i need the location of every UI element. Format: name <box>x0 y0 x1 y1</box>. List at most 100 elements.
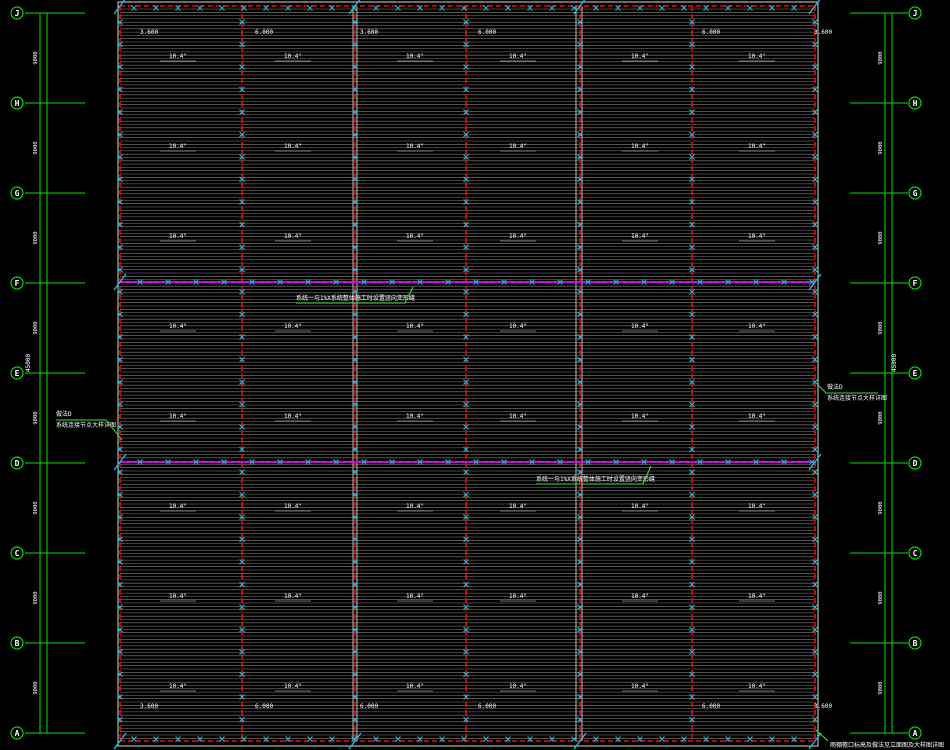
slope-label: 10.4° <box>284 683 302 690</box>
joint-note-upper: 系统一与1%X系统整体施工时设置竖向变形缝 <box>296 294 415 302</box>
dimension-text: 9000 <box>33 501 39 514</box>
slope-label: 10.4° <box>406 323 424 330</box>
slope-label: 10.4° <box>509 593 527 600</box>
joint-note-lower: 系统一与1%X系统整体施工时设置竖向变形缝 <box>536 475 655 483</box>
right-tag: 做法D <box>827 383 843 391</box>
slope-label: 10.4° <box>169 323 187 330</box>
slope-label: 10.4° <box>169 593 187 600</box>
dimension-text: 9000 <box>878 411 884 424</box>
slope-label: 10.4° <box>631 593 649 600</box>
slope-label: 10.4° <box>748 143 766 150</box>
dimension-text: 9000 <box>878 141 884 154</box>
left-tag-sub: 系统连接节点大样详图 <box>56 421 116 429</box>
right-total-dimension: 45000 <box>891 354 898 372</box>
slope-label: 10.4° <box>169 233 187 240</box>
left-tag: 做法D <box>56 410 72 418</box>
axis-label: J <box>15 9 20 18</box>
axis-label: C <box>15 549 20 558</box>
slope-label: 10.4° <box>509 413 527 420</box>
axis-label: B <box>15 639 20 648</box>
slope-label: 10.4° <box>748 503 766 510</box>
right-tag-sub: 系统连接节点大样详图 <box>827 394 887 402</box>
slope-label: 10.4° <box>631 413 649 420</box>
slope-label: 10.4° <box>284 53 302 60</box>
cad-drawing: 10.4° 10.4° 10.4° 10.4° 10.4° 10.4° 10.4° 10.4°… <box>0 0 950 750</box>
dimension-text: 9000 <box>878 321 884 334</box>
slope-label: 10.4° <box>748 413 766 420</box>
slope-label: 10.4° <box>748 593 766 600</box>
slope-label: 10.4° <box>406 593 424 600</box>
slope-label: 10.4° <box>509 143 527 150</box>
slope-label: 10.4° <box>284 143 302 150</box>
axis-label: G <box>15 189 20 198</box>
slope-label: 10.4° <box>748 683 766 690</box>
bottom-level-label: 6.000 <box>255 703 273 710</box>
slope-label: 10.4° <box>631 503 649 510</box>
axis-label: H <box>15 99 20 108</box>
slope-label: 10.4° <box>169 503 187 510</box>
top-level-label: 3.600 <box>814 29 832 36</box>
slope-label: 10.4° <box>284 413 302 420</box>
slope-label: 10.4° <box>169 143 187 150</box>
axis-label: A <box>913 729 918 738</box>
slope-label: 10.4° <box>169 683 187 690</box>
axis-label: E <box>15 369 20 378</box>
top-level-label: 3.600 <box>140 29 158 36</box>
bottom-level-label: 6.000 <box>360 703 378 710</box>
dimension-text: 9000 <box>33 141 39 154</box>
dimension-text: 9000 <box>33 411 39 424</box>
slope-label: 10.4° <box>406 413 424 420</box>
left-total-dimension: 45000 <box>25 354 32 372</box>
dimension-text: 9000 <box>878 51 884 64</box>
axis-label: C <box>913 549 918 558</box>
slope-label: 10.4° <box>748 53 766 60</box>
slope-label: 10.4° <box>509 683 527 690</box>
axis-label: F <box>913 279 918 288</box>
slope-label: 10.4° <box>284 593 302 600</box>
dimension-text: 9000 <box>33 51 39 64</box>
slope-label: 10.4° <box>169 413 187 420</box>
top-level-label: 6.000 <box>255 29 273 36</box>
slope-label: 10.4° <box>406 503 424 510</box>
axis-label: D <box>15 459 20 468</box>
slope-label: 10.4° <box>631 683 649 690</box>
axis-label: A <box>15 729 20 738</box>
dimension-text: 9000 <box>878 681 884 694</box>
bottom-level-label: 3.600 <box>140 703 158 710</box>
axis-label: D <box>913 459 918 468</box>
slope-label: 10.4° <box>631 53 649 60</box>
slope-label: 10.4° <box>631 233 649 240</box>
slope-label: 10.4° <box>169 53 187 60</box>
dimension-text: 9000 <box>878 501 884 514</box>
top-level-label: 3.600 <box>360 29 378 36</box>
dimension-text: 9000 <box>878 231 884 244</box>
slope-label: 10.4° <box>284 323 302 330</box>
dimension-text: 9000 <box>33 231 39 244</box>
slope-label: 10.4° <box>284 503 302 510</box>
slope-label: 10.4° <box>284 233 302 240</box>
axis-label: J <box>913 9 918 18</box>
slope-label: 10.4° <box>406 233 424 240</box>
axis-label: E <box>913 369 918 378</box>
top-level-label: 6.000 <box>478 29 496 36</box>
slope-label: 10.4° <box>509 233 527 240</box>
slope-label: 10.4° <box>406 53 424 60</box>
axis-label: G <box>913 189 918 198</box>
slope-label: 10.4° <box>631 143 649 150</box>
dimension-text: 9000 <box>33 681 39 694</box>
bottom-note: 雨棚檐口标高及做法见立面图及大样图详图 <box>830 741 944 749</box>
top-level-label: 6.000 <box>702 29 720 36</box>
bottom-level-label: 6.000 <box>702 703 720 710</box>
slope-label: 10.4° <box>509 53 527 60</box>
dimension-text: 9000 <box>33 591 39 604</box>
slope-label: 10.4° <box>509 323 527 330</box>
slope-label: 10.4° <box>631 323 649 330</box>
slope-label: 10.4° <box>509 503 527 510</box>
slope-label: 10.4° <box>748 323 766 330</box>
dimension-text: 9000 <box>33 321 39 334</box>
bottom-level-label: 3.600 <box>814 703 832 710</box>
bottom-level-label: 6.000 <box>478 703 496 710</box>
axis-label: H <box>913 99 918 108</box>
axis-label: F <box>15 279 20 288</box>
axis-label: B <box>913 639 918 648</box>
